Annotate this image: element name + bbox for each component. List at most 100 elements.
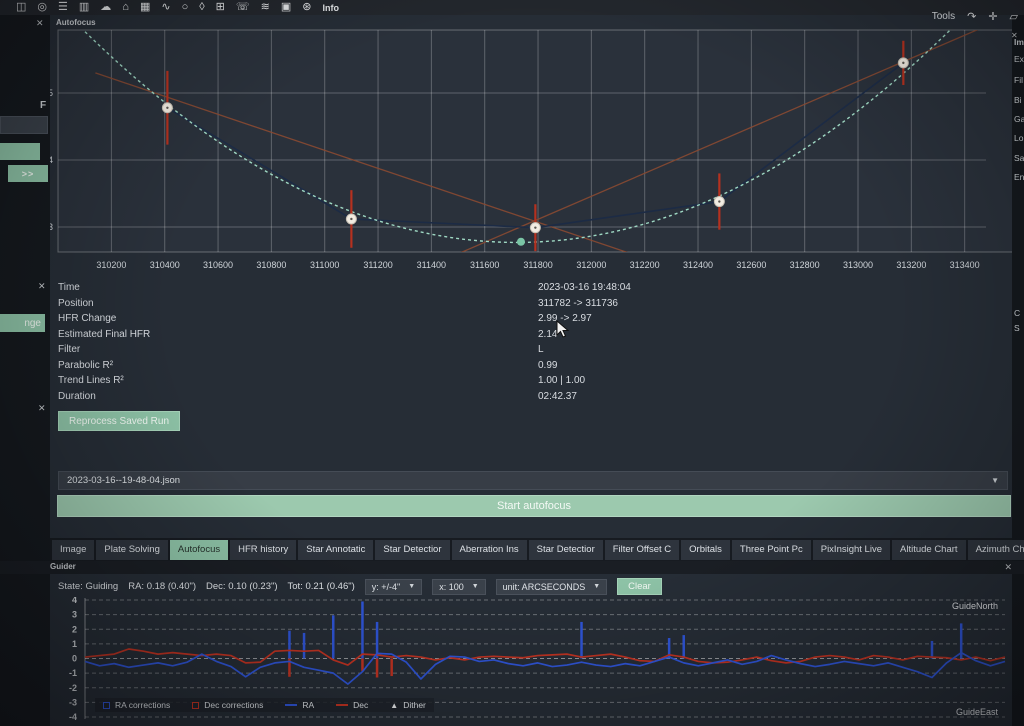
autofocus-chart: 3102003104003106003108003110003112003114… <box>50 28 1012 281</box>
autofocus-panel: ✕ Autofocus 3102003104003106003108003110… <box>50 15 1012 538</box>
svg-text:312400: 312400 <box>683 260 713 270</box>
svg-text:2: 2 <box>72 624 77 634</box>
right-panel-item-fragment: Fil <box>1014 75 1023 85</box>
svg-text:0: 0 <box>72 654 77 664</box>
bar-chart-icon[interactable]: ▦ <box>140 2 150 13</box>
image-icon[interactable]: ▣ <box>281 2 291 13</box>
route-icon[interactable]: ∿ <box>161 2 170 13</box>
stat-value: 2023-03-16 19:48:04 <box>538 282 631 293</box>
dome-home-icon[interactable]: ⌂ <box>122 2 129 13</box>
saved-run-file-select[interactable]: 2023-03-16--19-48-04.json ▼ <box>58 471 1008 490</box>
shield-icon[interactable]: ◊ <box>199 2 204 13</box>
svg-text:311800: 311800 <box>523 260 552 270</box>
cloud-icon[interactable]: ☁ <box>100 2 111 13</box>
svg-text:4: 4 <box>72 597 77 605</box>
close-icon[interactable]: ✕ <box>38 403 46 414</box>
svg-text:311200: 311200 <box>363 260 392 270</box>
square-marker-icon <box>192 702 199 709</box>
tab-aberration-ins[interactable]: Aberration Ins <box>452 540 527 560</box>
svg-text:312600: 312600 <box>736 260 766 270</box>
tab-star-detectior[interactable]: Star Detectior <box>375 540 449 560</box>
sync-target-icon[interactable]: ◎ <box>37 2 47 13</box>
stat-value: 311782 -> 311736 <box>538 298 618 309</box>
stat-value: 2.14 <box>538 329 557 340</box>
close-icon[interactable]: ✕ <box>36 18 44 29</box>
lightbulb-icon[interactable]: ○ <box>182 2 189 13</box>
dock-tab-bar: ImagePlate SolvingAutofocusHFR historySt… <box>52 540 1024 560</box>
stats-row: Estimated Final HFR2.14 <box>58 329 998 344</box>
tab-altitude-chart[interactable]: Altitude Chart <box>892 540 966 560</box>
left-panel-label-fragment: F <box>40 100 46 111</box>
plugin-puzzle-icon[interactable]: ⊞ <box>216 2 225 13</box>
stats-row: Position 311782 -> 311736 <box>58 298 998 313</box>
stat-label: Parabolic R² <box>58 360 113 371</box>
saved-run-filename: 2023-03-16--19-48-04.json <box>67 475 180 486</box>
right-panel-item-fragment: Lo <box>1014 133 1023 143</box>
stat-label: Position <box>58 298 94 309</box>
svg-text:310600: 310600 <box>203 260 233 270</box>
tab-hfr-history[interactable]: HFR history <box>230 540 296 560</box>
change-button-fragment[interactable]: nge <box>0 314 45 332</box>
tab-autofocus[interactable]: Autofocus <box>170 540 228 560</box>
camera-icon[interactable]: ◫ <box>16 2 26 13</box>
svg-text:1: 1 <box>72 639 77 649</box>
svg-text:311400: 311400 <box>417 260 446 270</box>
legend-item-dec: Dec <box>336 700 368 710</box>
svg-text:313000: 313000 <box>843 260 873 270</box>
left-panel-button-fragment[interactable] <box>0 143 40 160</box>
svg-text:312000: 312000 <box>576 260 606 270</box>
rotate-icon[interactable]: ↷ <box>967 10 976 23</box>
tab-image[interactable]: Image <box>52 540 94 560</box>
tab-orbitals[interactable]: Orbitals <box>681 540 730 560</box>
tab-star-annotatic[interactable]: Star Annotatic <box>298 540 373 560</box>
legend-item-dither: ▲Dither <box>390 700 426 710</box>
stats-row: Duration 02:42.37 <box>58 391 998 406</box>
stats-row: Time2023-03-16 19:48:04 <box>58 282 998 297</box>
svg-text:311000: 311000 <box>310 260 339 270</box>
stat-value: 02:42.37 <box>538 391 577 402</box>
observatory-columns-icon[interactable]: ▥ <box>79 2 89 13</box>
reprocess-saved-run-button[interactable]: Reprocess Saved Run <box>58 411 180 431</box>
y-scale-value: y: +/-4" <box>372 582 400 592</box>
close-icon[interactable]: ✕ <box>38 281 46 292</box>
guider-dec-rms: Dec: 0.10 (0.23") <box>206 581 278 592</box>
triangle-marker-icon: ▲ <box>390 701 398 710</box>
tools-row: Tools ↷ ✛ ▱ <box>932 10 1018 23</box>
sequence-list-icon[interactable]: ☰ <box>58 2 68 13</box>
guider-state: State: Guiding <box>58 581 118 592</box>
tab-star-detectior[interactable]: Star Detectior <box>529 540 603 560</box>
clear-button[interactable]: Clear <box>617 578 662 595</box>
guider-header: Guider ✕ <box>0 561 1024 574</box>
legend-item-dec-corrections: Dec corrections <box>192 700 263 710</box>
x-scale-select[interactable]: x: 100 ▼ <box>432 579 485 595</box>
move-cross-icon[interactable]: ✛ <box>988 10 997 23</box>
start-autofocus-button[interactable]: Start autofocus <box>57 495 1011 517</box>
svg-text:-2: -2 <box>69 683 77 693</box>
tab-pixinsight-live[interactable]: PixInsight Live <box>813 540 890 560</box>
guider-ra-rms: RA: 0.18 (0.40") <box>128 581 196 592</box>
square-marker-icon <box>103 702 110 709</box>
stat-label: Trend Lines R² <box>58 375 124 386</box>
tab-three-point-pc[interactable]: Three Point Pc <box>732 540 811 560</box>
tab-plate-solving[interactable]: Plate Solving <box>96 540 167 560</box>
app-window: ◫ ◎ ☰ ▥ ☁ ⌂ ▦ ∿ ○ ◊ ⊞ ☏ ≋ ▣ ⊛ Info Tools ↷ ✛ ▱ F >> ✕ nge… <box>0 0 1024 726</box>
left-panel-input[interactable] <box>0 116 48 134</box>
legend-label: Dec corrections <box>204 700 263 710</box>
svg-text:3: 3 <box>72 610 77 620</box>
stat-label: Duration <box>58 391 96 402</box>
layers-icon[interactable]: ≋ <box>261 2 270 13</box>
svg-text:312200: 312200 <box>630 260 660 270</box>
panel-icon[interactable]: ▱ <box>1010 10 1018 23</box>
gear-wheel-icon[interactable]: ⊛ <box>302 2 311 13</box>
stats-row: FilterL <box>58 344 998 359</box>
y-scale-select[interactable]: y: +/-4" ▼ <box>365 579 422 595</box>
chevron-down-icon: ▼ <box>408 583 415 590</box>
next-button[interactable]: >> <box>8 165 48 182</box>
tab-azimuth-char[interactable]: Azimuth Char <box>968 540 1024 560</box>
phone-icon[interactable]: ☏ <box>236 2 250 13</box>
tools-label[interactable]: Tools <box>932 11 955 22</box>
unit-select[interactable]: unit: ARCSECONDS ▼ <box>496 579 607 595</box>
info-menu[interactable]: Info <box>323 3 340 13</box>
tab-filter-offset-c[interactable]: Filter Offset C <box>605 540 679 560</box>
close-icon[interactable]: ✕ <box>1004 562 1012 573</box>
